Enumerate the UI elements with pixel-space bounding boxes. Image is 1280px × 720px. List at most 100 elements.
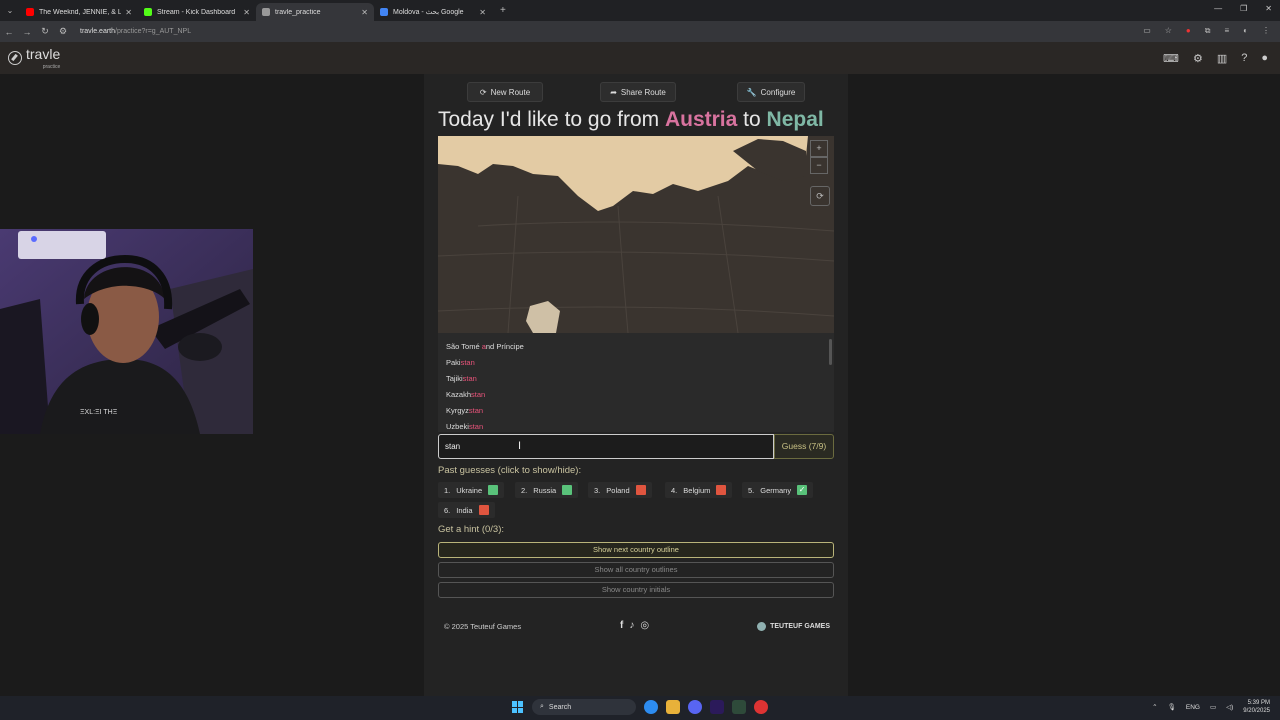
suggestion-item[interactable]: Tajikistan xyxy=(438,371,834,387)
share-arrow-icon: ➦ xyxy=(610,87,617,97)
tab-favicon-icon xyxy=(26,8,34,16)
facebook-icon[interactable]: f xyxy=(620,620,623,631)
guess-status-icon xyxy=(488,485,499,495)
past-guess-item[interactable]: 4. Belgium xyxy=(665,482,733,498)
share-route-button[interactable]: ➦ Share Route xyxy=(600,82,676,102)
suggestion-item[interactable]: São Tomé and Príncipe xyxy=(438,339,834,355)
cast-icon[interactable]: ▭ xyxy=(1143,26,1151,36)
app-icon[interactable] xyxy=(732,700,746,714)
world-map[interactable]: + − ⟳ xyxy=(438,136,834,333)
network-icon[interactable]: ▭ xyxy=(1210,703,1216,711)
chrome-icon[interactable] xyxy=(644,700,658,714)
guess-status-icon xyxy=(635,485,646,495)
past-guess-item[interactable]: 6. India xyxy=(438,502,495,518)
show-all-outlines-button[interactable]: Show all country outlines xyxy=(438,562,834,578)
tab-close-icon[interactable]: ✕ xyxy=(361,8,368,17)
webcam-overlay: ΞXL:ΞI THΞ xyxy=(0,229,253,434)
windows-taskbar: ⌕ Search ⌃ 🎙 ENG ▭ ◁) 5:39 PM 9/20/2025 xyxy=(0,696,1280,720)
premiere-icon[interactable] xyxy=(710,700,724,714)
guess-input[interactable]: stan xyxy=(438,434,774,459)
window-controls: — ❐ ✕ xyxy=(1214,4,1272,13)
suggestion-item[interactable]: Pakistan xyxy=(438,355,834,371)
extension-icon[interactable]: ● xyxy=(1186,26,1191,36)
clock[interactable]: 5:39 PM 9/20/2025 xyxy=(1243,699,1270,715)
new-tab-button[interactable]: + xyxy=(500,5,506,16)
discord-icon[interactable] xyxy=(688,700,702,714)
country-suggestions: São Tomé and Príncipe Pakistan Tajikistan K… xyxy=(438,333,834,432)
extensions-puzzle-icon[interactable]: ⧉ xyxy=(1205,26,1211,36)
forward-icon[interactable]: → xyxy=(18,27,36,37)
restore-icon[interactable]: ❐ xyxy=(1240,4,1247,13)
past-guess-item[interactable]: 1. Ukraine xyxy=(438,482,505,498)
volume-icon[interactable]: ◁) xyxy=(1226,703,1233,711)
teuteuf-logo-icon xyxy=(757,622,767,631)
to-country: Nepal xyxy=(766,108,824,131)
tab-favicon-icon xyxy=(380,8,388,16)
tab-favicon-icon xyxy=(262,8,270,16)
guess-status-icon xyxy=(716,485,727,495)
tab-close-icon[interactable]: ✕ xyxy=(125,8,132,17)
travle-logo[interactable]: travle practice xyxy=(8,46,60,70)
new-route-button[interactable]: ⟳ New Route xyxy=(467,82,543,102)
settings-gear-icon[interactable]: ⚙ xyxy=(1193,52,1203,65)
past-guess-item[interactable]: 3. Poland xyxy=(588,482,652,498)
browser-tab[interactable]: Stream - Kick Dashboard ✕ xyxy=(138,3,256,21)
suggestion-item[interactable]: Uzbekistan xyxy=(438,419,834,435)
bookmark-star-icon[interactable]: ☆ xyxy=(1165,26,1172,36)
guess-status-icon xyxy=(562,485,573,495)
compass-icon xyxy=(8,51,22,65)
windows-start-icon[interactable] xyxy=(512,701,524,713)
hint-title: Get a hint (0/3): xyxy=(438,524,505,535)
close-window-icon[interactable]: ✕ xyxy=(1265,4,1272,13)
reading-list-icon[interactable]: ≡ xyxy=(1224,26,1229,36)
browser-tab[interactable]: Moldova - بحث Google ✕ xyxy=(374,3,492,21)
suggestion-item[interactable]: Kyrgyzstan xyxy=(438,403,834,419)
mic-icon[interactable]: 🎙 xyxy=(1168,703,1176,711)
minimize-icon[interactable]: — xyxy=(1214,4,1222,13)
webcam-image: ΞXL:ΞI THΞ xyxy=(0,229,253,434)
back-icon[interactable]: ← xyxy=(0,27,18,37)
map-reset-button[interactable]: ⟳ xyxy=(810,186,830,206)
browser-tab[interactable]: travle_practice ✕ xyxy=(256,3,374,21)
menu-dots-icon[interactable]: ⋮ xyxy=(1262,26,1270,36)
app-header: travle practice ⌨ ⚙ ▥ ? ● xyxy=(0,42,1280,74)
browser-tab[interactable]: The Weeknd, JENNIE, & Lil ✕ xyxy=(20,3,138,21)
file-explorer-icon[interactable] xyxy=(666,700,680,714)
teuteuf-games-link[interactable]: TEUTEUF GAMES xyxy=(757,622,830,631)
user-account-icon[interactable]: ● xyxy=(1261,52,1268,65)
wrench-icon: 🔧 xyxy=(746,87,757,97)
tab-close-icon[interactable]: ✕ xyxy=(479,8,486,17)
configure-button[interactable]: 🔧 Configure xyxy=(737,82,805,102)
site-info-icon[interactable]: ⚙ xyxy=(54,26,72,37)
past-guess-item[interactable]: 5. Germany ✓ xyxy=(742,482,814,498)
app-red-icon[interactable] xyxy=(754,700,768,714)
guess-button[interactable]: Guess (7/9) xyxy=(774,434,834,459)
chevron-up-icon[interactable]: ⌃ xyxy=(1152,703,1157,711)
show-next-outline-button[interactable]: Show next country outline xyxy=(438,542,834,558)
tab-close-icon[interactable]: ✕ xyxy=(243,8,250,17)
profile-icon[interactable]: ◐ xyxy=(1243,26,1248,36)
instagram-icon[interactable]: ◎ xyxy=(640,620,649,631)
tiktok-icon[interactable]: ♪ xyxy=(629,620,634,631)
footer: © 2025 Teuteuf Games f ♪ ◎ TEUTEUF GAMES xyxy=(444,620,830,631)
zoom-out-button[interactable]: − xyxy=(810,157,828,174)
past-guess-item[interactable]: 2. Russia xyxy=(515,482,579,498)
stats-bar-chart-icon[interactable]: ▥ xyxy=(1217,52,1227,65)
language-indicator[interactable]: ENG xyxy=(1186,704,1200,711)
taskbar-search[interactable]: ⌕ Search xyxy=(532,699,636,715)
url-field[interactable]: travle.earth/practice?r=g_AUT_NPL xyxy=(80,28,191,35)
gamepad-icon[interactable]: ⌨ xyxy=(1163,52,1179,65)
address-bar: ← → ↻ ⚙ travle.earth/practice?r=g_AUT_NP… xyxy=(0,21,1280,42)
reload-icon[interactable]: ↻ xyxy=(36,26,54,37)
help-question-icon[interactable]: ? xyxy=(1241,52,1247,65)
tab-search-icon[interactable]: ⌄ xyxy=(0,6,20,15)
search-icon: ⌕ xyxy=(540,703,544,710)
show-initials-button[interactable]: Show country initials xyxy=(438,582,834,598)
text-cursor-icon: I xyxy=(518,440,522,452)
zoom-in-button[interactable]: + xyxy=(810,140,828,157)
suggestions-scrollbar[interactable] xyxy=(829,339,832,365)
route-headline: Today I'd like to go from Austria to Nep… xyxy=(438,108,824,131)
map-svg xyxy=(438,136,834,333)
suggestion-item[interactable]: Kazakhstan xyxy=(438,387,834,403)
refresh-icon: ⟳ xyxy=(479,87,487,97)
